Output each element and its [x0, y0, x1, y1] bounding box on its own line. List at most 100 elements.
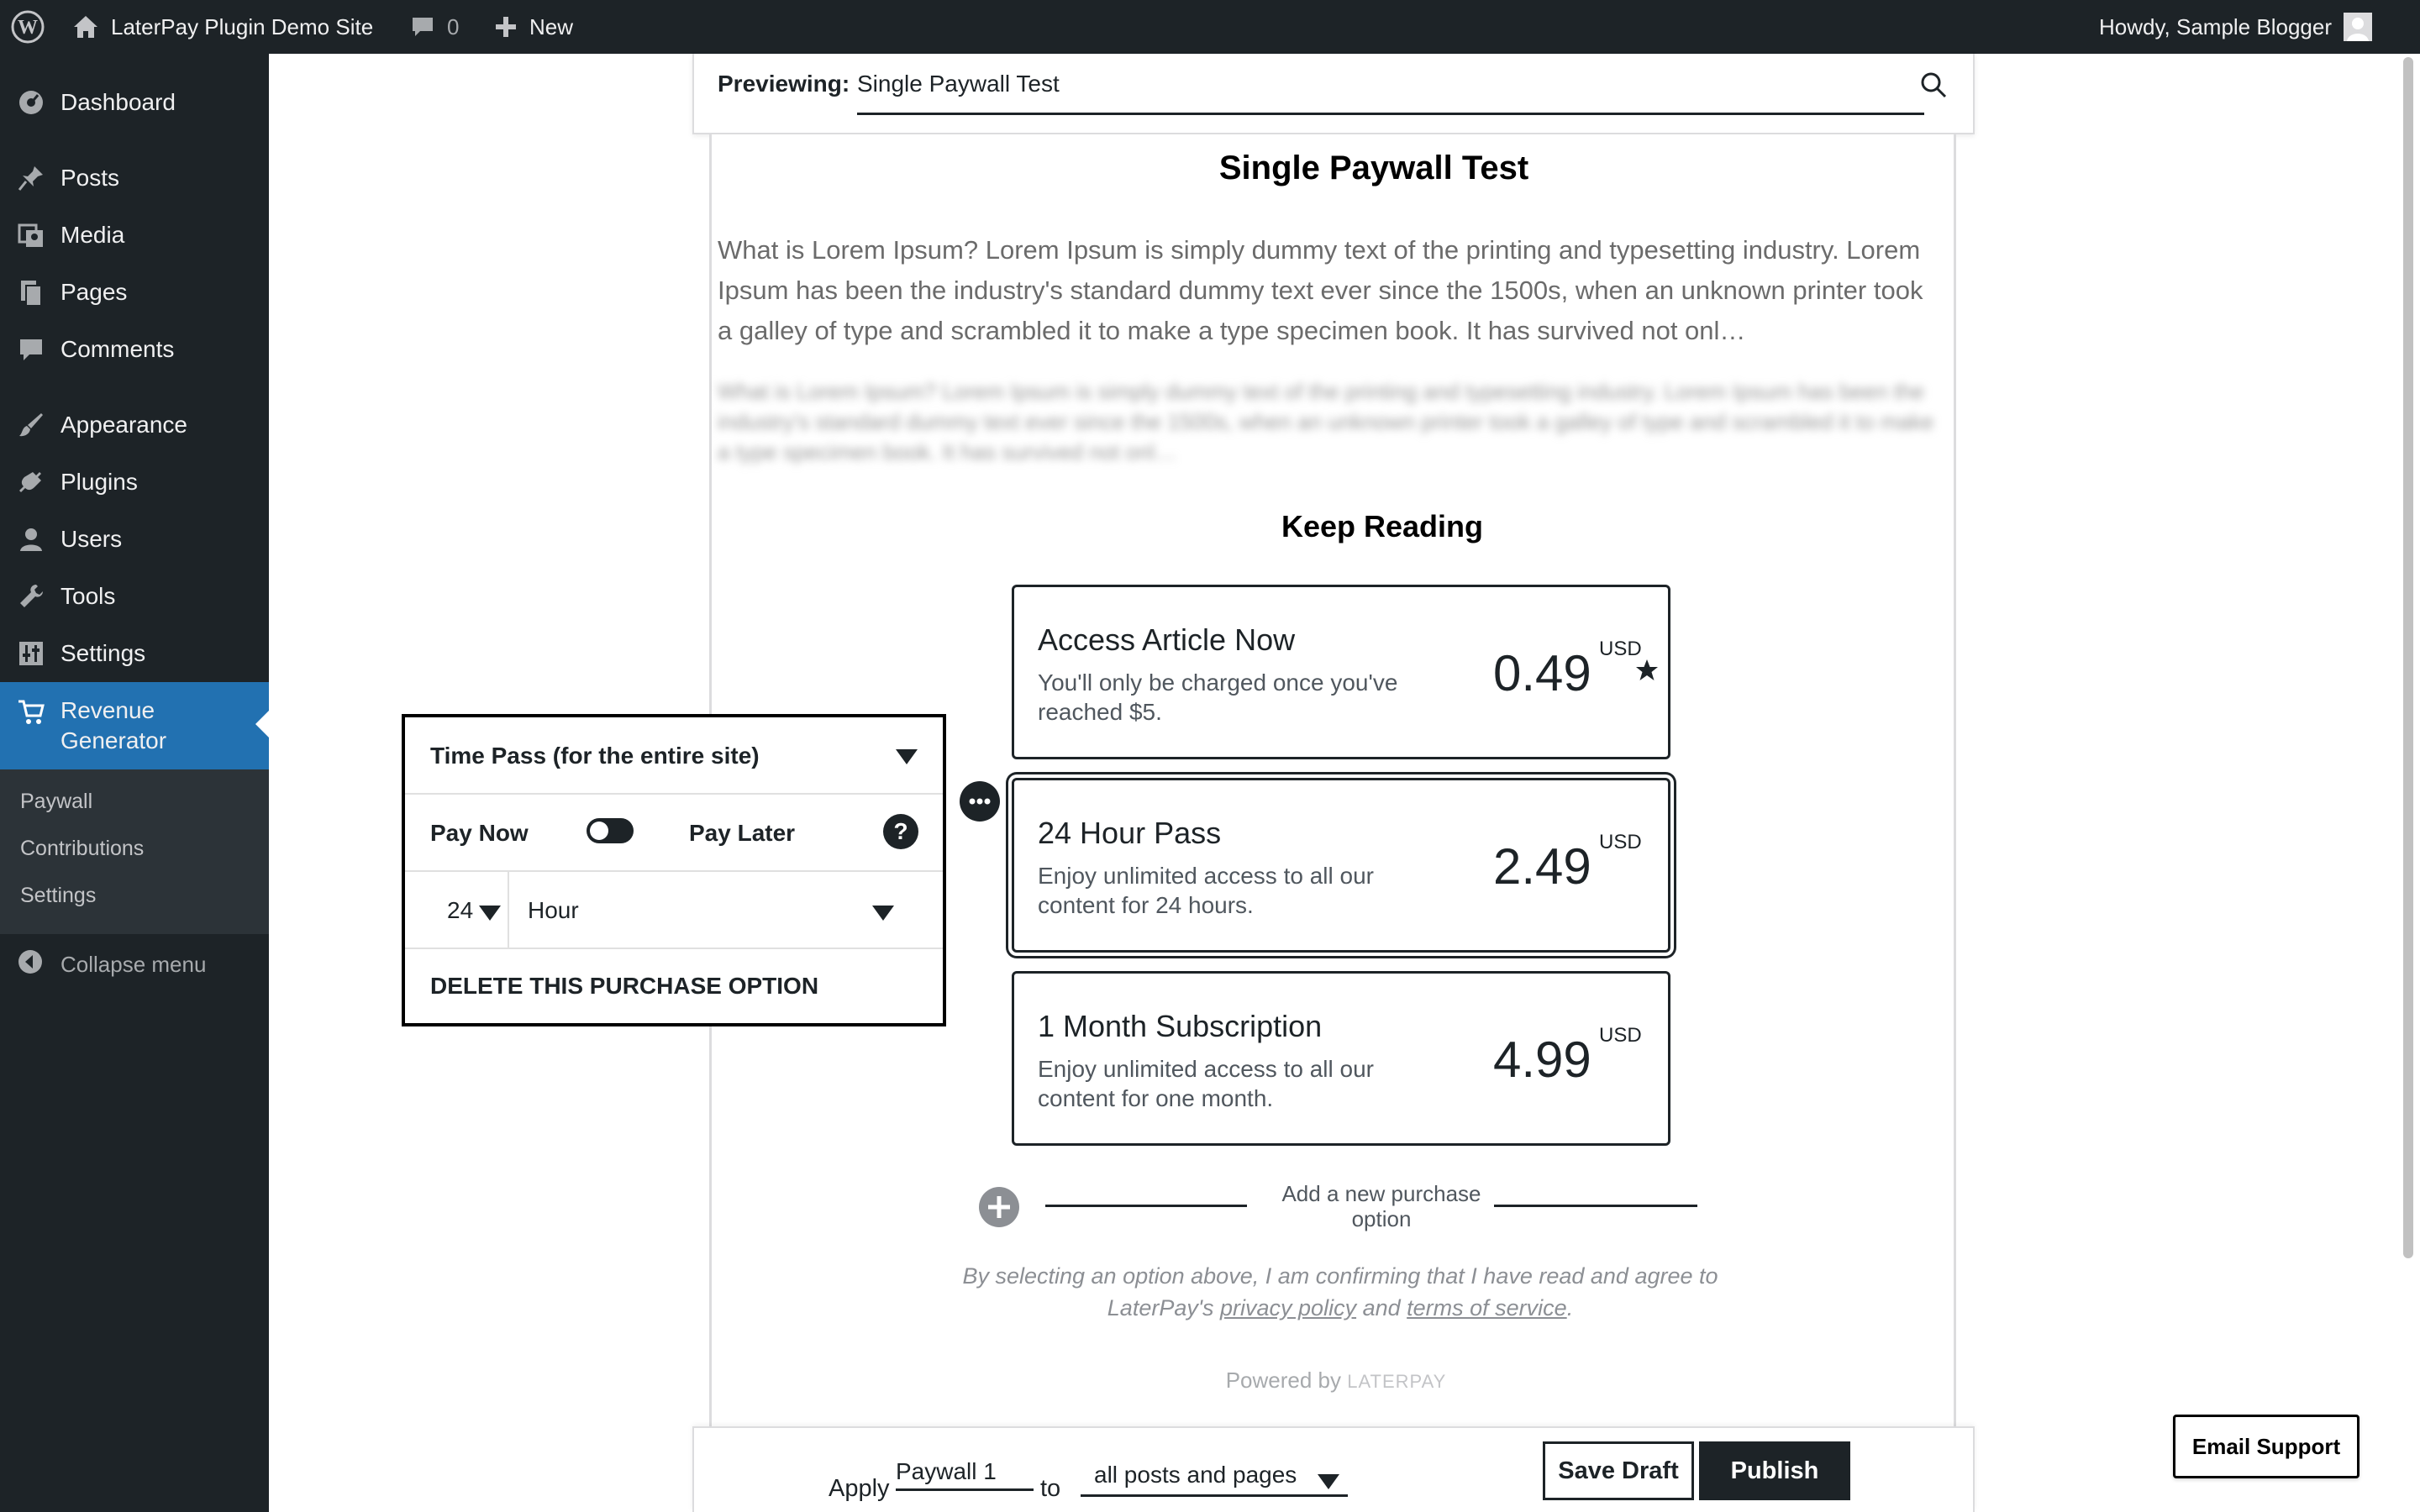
sidebar-item-appearance[interactable]: Appearance: [0, 396, 269, 454]
submenu-item-paywall[interactable]: Paywall: [20, 790, 92, 814]
delete-option-button[interactable]: DELETE THIS PURCHASE OPTION: [405, 949, 943, 1023]
pages-icon: [17, 278, 45, 307]
publish-button[interactable]: Publish: [1699, 1441, 1850, 1500]
user-icon: [17, 525, 45, 554]
paintbrush-icon: [17, 411, 45, 439]
plus-icon: [494, 15, 518, 39]
option-type-select[interactable]: Time Pass (for the entire site): [405, 717, 943, 795]
new-label: New: [529, 13, 574, 39]
new-content-link[interactable]: New: [494, 0, 573, 54]
chevron-down-icon: [479, 906, 501, 925]
sidebar-item-label: Pages: [60, 279, 128, 305]
sidebar-item-revenue-generator[interactable]: Revenue Generator: [0, 682, 269, 769]
previewing-label: Previewing:: [718, 71, 850, 97]
svg-text:?: ?: [893, 818, 908, 844]
purchase-option-card[interactable]: Access Article Now You'll only be charge…: [1012, 585, 1670, 759]
option-price: 0.49: [1493, 645, 1591, 701]
duration-number-select[interactable]: 24: [405, 872, 509, 948]
search-icon[interactable]: [1919, 71, 1948, 103]
chevron-down-icon: [896, 749, 918, 769]
submenu-item-settings[interactable]: Settings: [20, 884, 96, 908]
sidebar-item-comments[interactable]: Comments: [0, 321, 269, 378]
apply-scope-select[interactable]: all posts and pages: [1081, 1455, 1348, 1497]
sidebar-item-label: Appearance: [60, 412, 188, 438]
site-name: LaterPay Plugin Demo Site: [111, 13, 374, 39]
duration-value: 24: [447, 897, 474, 923]
pay-now-label[interactable]: Pay Now: [430, 820, 529, 847]
pay-later-label[interactable]: Pay Later: [689, 820, 795, 847]
save-draft-button[interactable]: Save Draft: [1543, 1441, 1694, 1500]
comments-link[interactable]: 0: [410, 0, 459, 54]
apply-label: Apply: [829, 1475, 890, 1502]
preview-header: Previewing: Single Paywall Test: [692, 54, 1975, 134]
submenu-item-contributions[interactable]: Contributions: [20, 837, 144, 861]
terms-of-service-link[interactable]: terms of service: [1407, 1295, 1567, 1320]
sidebar-item-media[interactable]: Media: [0, 207, 269, 264]
sidebar-item-posts[interactable]: Posts: [0, 150, 269, 207]
preview-search-input[interactable]: Single Paywall Test: [857, 71, 1060, 97]
purchase-option-card[interactable]: 1 Month Subscription Enjoy unlimited acc…: [1012, 971, 1670, 1146]
powered-by: Powered by LATERPAY: [1143, 1368, 1529, 1394]
powered-by-label: Powered by: [1225, 1368, 1342, 1393]
option-description: Enjoy unlimited access to all our conten…: [1038, 1056, 1374, 1111]
sidebar-item-label: Revenue Generator: [60, 697, 167, 753]
option-more-button[interactable]: [960, 781, 1000, 822]
cart-icon: [17, 698, 45, 727]
sidebar-item-tools[interactable]: Tools: [0, 568, 269, 625]
duration-period-select[interactable]: Hour: [509, 872, 943, 948]
collapse-menu-button[interactable]: Collapse menu: [0, 942, 269, 986]
sidebar-item-label: Dashboard: [60, 89, 176, 115]
sidebar-item-plugins[interactable]: Plugins: [0, 454, 269, 511]
search-underline: [857, 113, 1924, 115]
pushpin-icon: [17, 164, 45, 192]
plug-icon: [17, 468, 45, 496]
sidebar-item-dashboard[interactable]: Dashboard: [0, 74, 269, 131]
ellipsis-icon: [969, 798, 991, 805]
sliders-icon: [17, 639, 45, 668]
sidebar-item-label: Plugins: [60, 469, 138, 495]
sidebar-item-users[interactable]: Users: [0, 511, 269, 568]
sidebar-item-settings[interactable]: Settings: [0, 625, 269, 682]
option-currency: USD: [1599, 1024, 1642, 1047]
collapse-arrow-icon: [17, 948, 44, 981]
dashboard-icon: [17, 88, 45, 117]
my-account-link[interactable]: Howdy, Sample Blogger: [2099, 0, 2372, 54]
sidebar-item-pages[interactable]: Pages: [0, 264, 269, 321]
laterpay-logo: LATERPAY: [1347, 1371, 1447, 1392]
email-support-button[interactable]: Email Support: [2173, 1415, 2360, 1478]
option-title: 1 Month Subscription: [1038, 1009, 1323, 1043]
greeting: Howdy, Sample Blogger: [2099, 13, 2332, 39]
purchase-option-editor: Time Pass (for the entire site) Pay Now …: [402, 714, 946, 1026]
option-currency: USD: [1599, 831, 1642, 853]
sidebar-item-label: Posts: [60, 165, 120, 191]
add-option-label[interactable]: Add a new purchase option: [1255, 1181, 1507, 1231]
paywall-name-input[interactable]: Paywall 1: [896, 1458, 1034, 1491]
wrench-icon: [17, 582, 45, 611]
add-circle-icon[interactable]: [978, 1186, 1020, 1232]
avatar: [2344, 13, 2372, 41]
wordpress-logo-icon[interactable]: W: [10, 0, 45, 54]
svg-text:W: W: [18, 17, 38, 39]
article-excerpt: What is Lorem Ipsum? Lorem Ipsum is simp…: [718, 235, 1923, 345]
sidebar-item-label: Tools: [60, 583, 116, 609]
duration-row: 24 Hour: [405, 872, 943, 949]
delete-option-label: DELETE THIS PURCHASE OPTION: [430, 973, 819, 999]
purchase-option-card-selected[interactable]: 24 Hour Pass Enjoy unlimited access to a…: [1012, 778, 1670, 953]
option-description: You'll only be charged once you've reach…: [1038, 669, 1398, 725]
pay-model-toggle[interactable]: [585, 816, 635, 849]
privacy-policy-link[interactable]: privacy policy: [1220, 1295, 1356, 1320]
scrollbar-thumb[interactable]: [2403, 57, 2413, 1258]
consent-text: By selecting an option above, I am confi…: [962, 1263, 1718, 1320]
article-title: Single Paywall Test: [1218, 150, 1529, 186]
admin-bar: W LaterPay Plugin Demo Site 0 New Howdy,…: [0, 0, 2420, 54]
help-icon[interactable]: ?: [882, 813, 919, 854]
site-home-link[interactable]: LaterPay Plugin Demo Site: [72, 0, 373, 54]
option-price: 2.49: [1493, 838, 1591, 895]
scope-value: all posts and pages: [1094, 1462, 1297, 1488]
star-icon: [1634, 658, 1660, 687]
media-icon: [17, 221, 45, 249]
page-scrollbar[interactable]: [2396, 54, 2420, 1512]
add-purchase-option[interactable]: Add a new purchase option: [975, 1181, 1697, 1231]
payment-model-row: Pay Now Pay Later ?: [405, 795, 943, 872]
option-title: 24 Hour Pass: [1038, 816, 1222, 850]
